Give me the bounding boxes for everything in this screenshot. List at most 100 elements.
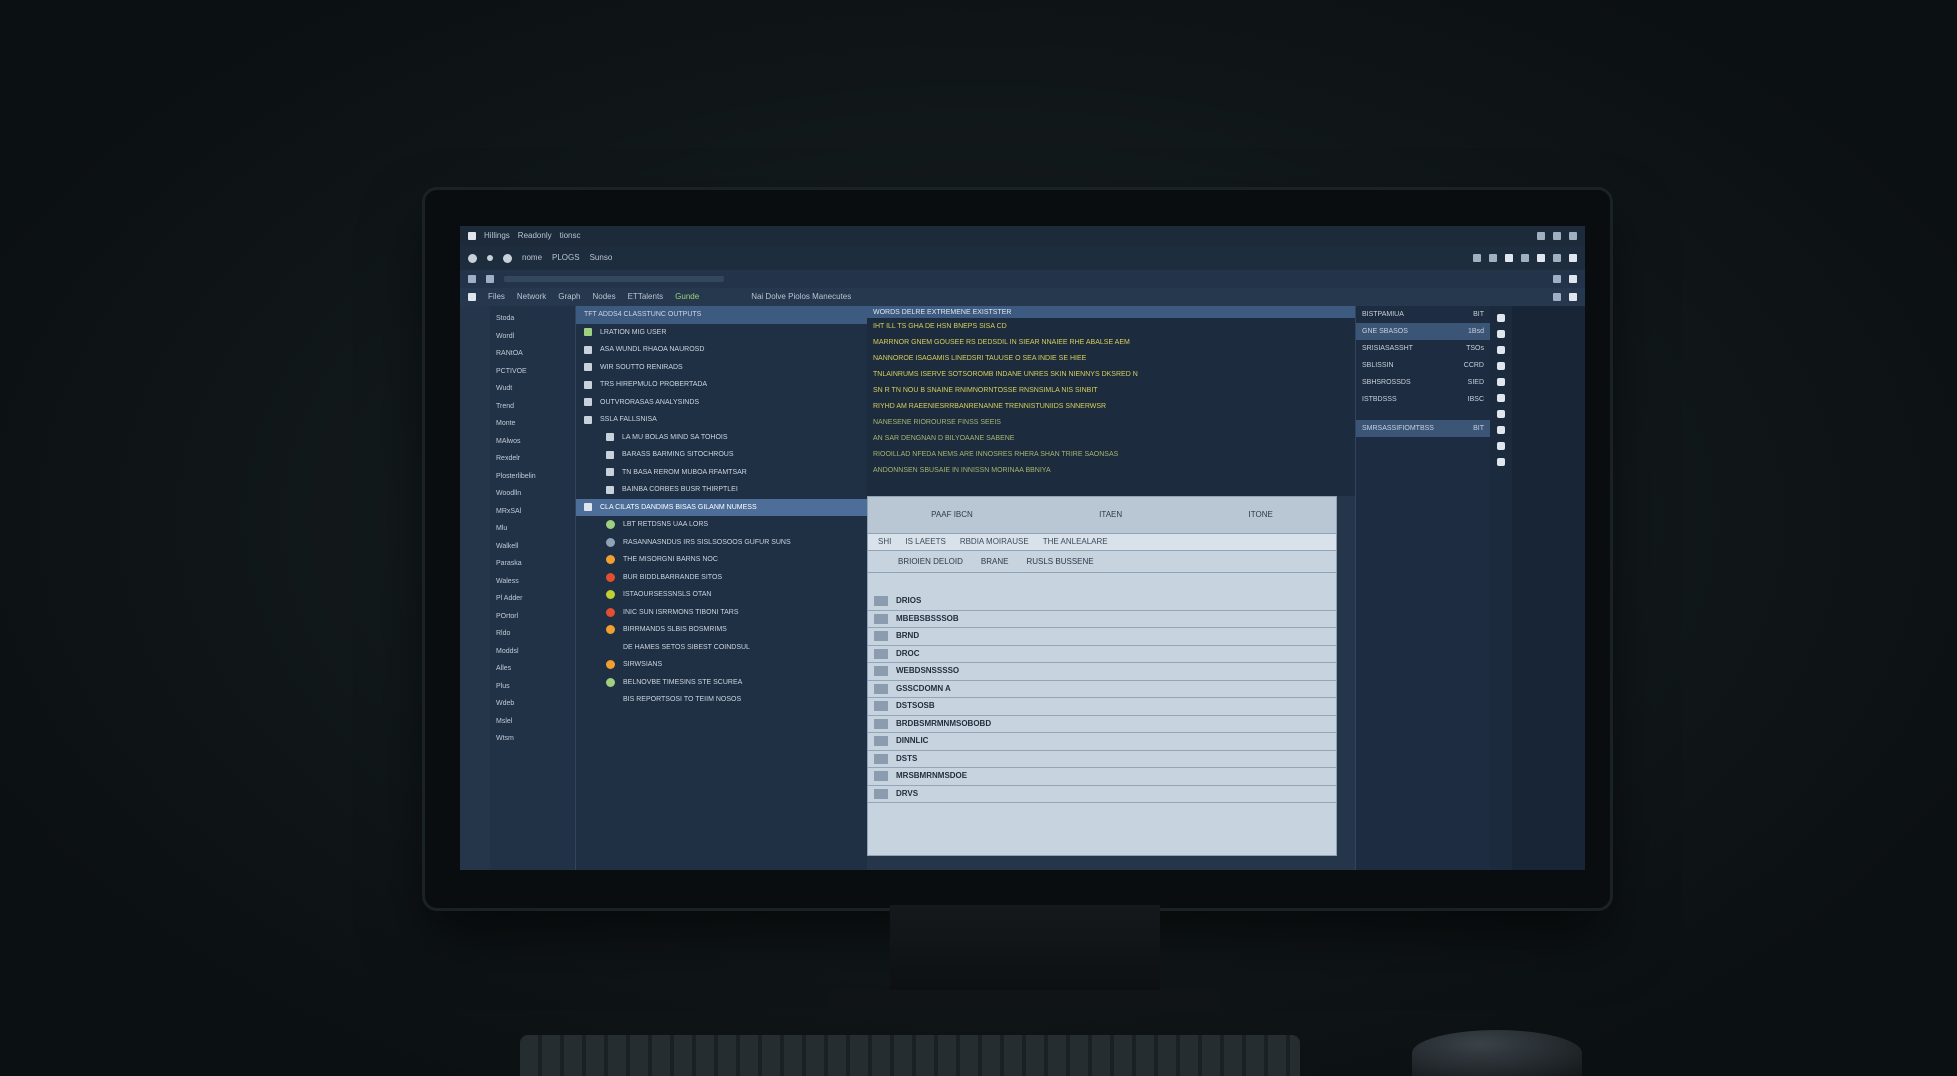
dialog-file-row[interactable]: DRIOS — [868, 593, 1336, 611]
nav-item[interactable]: Wdeb — [490, 695, 575, 713]
tree-child-row[interactable]: SIRWSIANS — [576, 656, 867, 674]
dialog-file-row[interactable]: BRDBSMRMNMSOBOBD — [868, 716, 1336, 733]
tree-child-row[interactable]: ISTAOURSESSNSLS OTAN — [576, 586, 867, 604]
tree-child-row[interactable]: RASANNASNDUS IRS SISLSOSOOS GUFUR SUNS — [576, 534, 867, 552]
tree-child-row[interactable]: DE HAMES SETOS SIBEST COINDSUL — [576, 639, 867, 657]
property-row[interactable]: GNE SBASOS 1Bsd — [1356, 323, 1490, 340]
tree-row[interactable]: OUTVRORASAS ANALYSINDS — [576, 394, 867, 412]
tab-graph[interactable]: Graph — [558, 293, 580, 301]
layout-icon[interactable] — [1569, 275, 1577, 283]
dialog-file-row[interactable]: DSTS — [868, 751, 1336, 768]
path-segment[interactable]: RBDIA MOIRAUSE — [960, 538, 1029, 546]
tree-row[interactable]: LRATION MIG USER — [576, 324, 867, 342]
tool-icon[interactable] — [1489, 254, 1497, 262]
nav-item[interactable]: Stoda — [490, 310, 575, 328]
dialog-file-row[interactable]: MBEBSBSSSOB — [868, 611, 1336, 628]
panel-icon[interactable] — [468, 275, 476, 283]
side-tool-icon[interactable] — [1497, 394, 1505, 402]
dialog-file-row[interactable]: BRND — [868, 628, 1336, 646]
tool-icon[interactable] — [1521, 254, 1529, 262]
dialog-file-row[interactable]: DSTSOSB — [868, 698, 1336, 716]
tool-icon[interactable] — [1537, 254, 1545, 262]
dialog-col-1[interactable]: PAAF IBCN — [931, 511, 973, 519]
path-segment[interactable]: SHI — [878, 538, 891, 546]
side-tool-icon[interactable] — [1497, 330, 1505, 338]
close-icon[interactable] — [1569, 293, 1577, 301]
properties-footer[interactable]: SMRSASSIFIOMTBSS BIT — [1356, 420, 1490, 437]
toolbar-item[interactable]: Sunso — [590, 254, 613, 262]
side-tool-icon[interactable] — [1497, 410, 1505, 418]
tab-nodes[interactable]: Nodes — [592, 293, 615, 301]
tree-row[interactable]: WIR SOUTTO RENIRADS — [576, 359, 867, 377]
settings-icon[interactable] — [1569, 254, 1577, 262]
nav-item[interactable]: Plosterlibelin — [490, 468, 575, 486]
tree-child-row[interactable]: BUR BIDDLBARRANDE SITOS — [576, 569, 867, 587]
property-row[interactable]: SRISIASASSHT TSOs — [1356, 340, 1490, 357]
nav-item[interactable]: Rldo — [490, 625, 575, 643]
tree-row[interactable]: TN BASA REROM MUBOA RFAMTSAR — [576, 464, 867, 482]
tree-row[interactable]: BAINBA CORBES BUSR THIRPTLEI — [576, 481, 867, 499]
nav-item[interactable]: POrtorl — [490, 608, 575, 626]
tool-icon[interactable] — [1553, 254, 1561, 262]
side-tool-icon[interactable] — [1497, 346, 1505, 354]
menu-icon[interactable] — [468, 293, 476, 301]
menu-tionsc[interactable]: tionsc — [560, 232, 581, 240]
layout-icon[interactable] — [1553, 275, 1561, 283]
toolbar-item[interactable]: PLOGS — [552, 254, 580, 262]
tool-icon[interactable] — [1473, 254, 1481, 262]
tree-row[interactable]: BARASS BARMING SITOCHROUS — [576, 446, 867, 464]
tree-row[interactable]: TRS HIREPMULO PROBERTADA — [576, 376, 867, 394]
play-icon[interactable] — [503, 253, 512, 263]
side-tool-icon[interactable] — [1497, 362, 1505, 370]
dialog-file-row[interactable]: MRSBMRNMSDOE — [868, 768, 1336, 786]
split-icon[interactable] — [1553, 293, 1561, 301]
window-control-icon[interactable] — [1537, 232, 1545, 240]
nav-item[interactable]: Wtsm — [490, 730, 575, 748]
nav-item[interactable]: Monte — [490, 415, 575, 433]
nav-item[interactable]: MAlwos — [490, 433, 575, 451]
nav-item[interactable]: Moddsl — [490, 643, 575, 661]
tab-gunde[interactable]: Gunde — [675, 293, 699, 301]
nav-item[interactable]: Mslel — [490, 713, 575, 731]
tree-child-row[interactable]: THE MISORGNI BARNS NOC — [576, 551, 867, 569]
nav-item[interactable]: Plus — [490, 678, 575, 696]
tool-icon[interactable] — [1505, 254, 1513, 262]
dialog-file-row[interactable]: DINNLIC — [868, 733, 1336, 751]
nav-item[interactable]: Walkell — [490, 538, 575, 556]
side-tool-icon[interactable] — [1497, 378, 1505, 386]
nav-item[interactable]: Paraska — [490, 555, 575, 573]
tree-row[interactable]: SSLA FALLSNISA — [576, 411, 867, 429]
nav-item[interactable]: Wudt — [490, 380, 575, 398]
menu-readonly[interactable]: Readonly — [518, 232, 552, 240]
nav-item[interactable]: Woodlln — [490, 485, 575, 503]
nav-item[interactable]: MRxSAl — [490, 503, 575, 521]
tree-child-row[interactable]: BIS REPORTSOSI TO TEIIM NOSOS — [576, 691, 867, 709]
tree-row-selected[interactable]: CLA CILATS DANDIMS BISAS GILANM NUMESS — [576, 498, 867, 516]
property-row[interactable]: ISTBDSSS IBSC — [1356, 391, 1490, 408]
side-tool-icon[interactable] — [1497, 458, 1505, 466]
path-field[interactable] — [504, 276, 724, 282]
nav-item[interactable]: Wordl — [490, 328, 575, 346]
panel-icon[interactable] — [486, 275, 494, 283]
tab-files[interactable]: Files — [488, 293, 505, 301]
stop-icon[interactable] — [487, 255, 493, 261]
nav-item[interactable]: PCTIVOE — [490, 363, 575, 381]
nav-item[interactable]: Waless — [490, 573, 575, 591]
code-editor[interactable]: WORDS DELRE EXTREMENE EXISTSTER IHT ILL … — [867, 306, 1355, 496]
dialog-file-row[interactable]: DRVS — [868, 786, 1336, 803]
tree-child-row[interactable]: LBT RETDSNS UAA LORS — [576, 516, 867, 534]
nav-item[interactable]: RANtOA — [490, 345, 575, 363]
nav-item[interactable]: Alles — [490, 660, 575, 678]
dialog-col-3[interactable]: ITONE — [1249, 511, 1273, 519]
nav-item[interactable]: Pl Adder — [490, 590, 575, 608]
tree-child-row[interactable]: BELNOVBE TIMESINS STE SCUREA — [576, 674, 867, 692]
path-segment[interactable]: THE ANLEALARE — [1043, 538, 1108, 546]
side-tool-icon[interactable] — [1497, 426, 1505, 434]
tab-ettalents[interactable]: ETTalents — [628, 293, 664, 301]
nav-item[interactable]: Rexdelr — [490, 450, 575, 468]
tree-child-row[interactable]: BIRRMANDS SLBIS BOSMRIMS — [576, 621, 867, 639]
filter-item[interactable]: RUSLS BUSSENE — [1026, 557, 1093, 566]
tree-row[interactable]: LA MU BOLAS MIND SA TOHOIS — [576, 429, 867, 447]
dialog-file-row[interactable]: GSSCDOMN A — [868, 681, 1336, 698]
nav-item[interactable]: Mlu — [490, 520, 575, 538]
